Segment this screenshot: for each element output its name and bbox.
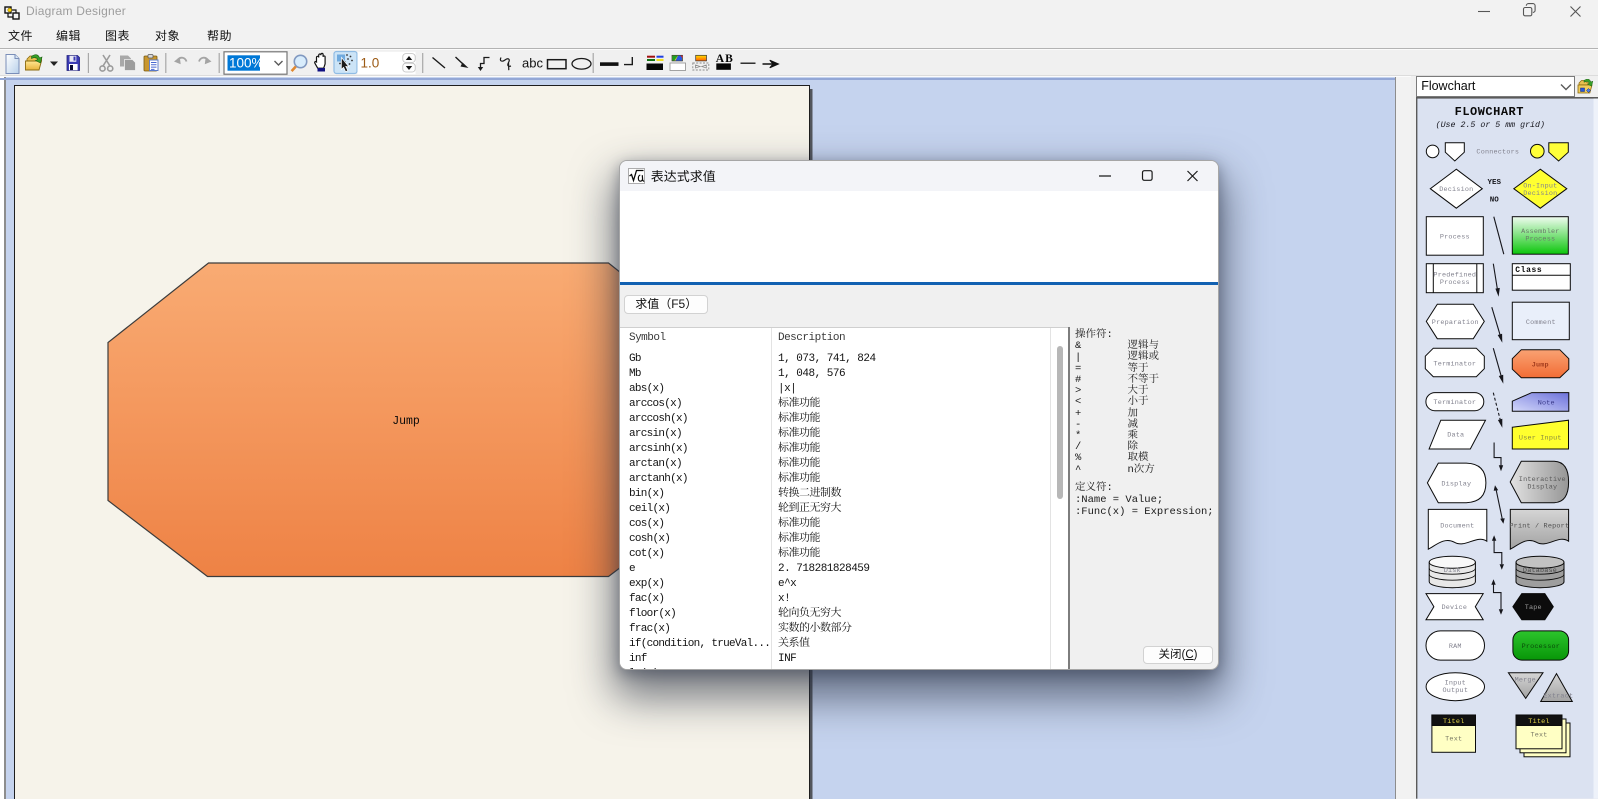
- svg-text:Note: Note: [1537, 400, 1554, 408]
- svg-text:Database: Database: [1523, 567, 1557, 575]
- svg-text:FLOWCHART: FLOWCHART: [1454, 105, 1523, 119]
- svg-text:NO: NO: [1489, 197, 1498, 205]
- svg-text:Process: Process: [1440, 234, 1470, 242]
- svg-text:Document: Document: [1440, 523, 1474, 531]
- svg-text:Class: Class: [1515, 266, 1542, 275]
- svg-text:Terminator: Terminator: [1433, 399, 1476, 407]
- svg-text:Output: Output: [1442, 687, 1468, 695]
- svg-text:AB: AB: [716, 53, 734, 65]
- svg-text:Processor: Processor: [1521, 643, 1559, 651]
- svg-text:Titel: Titel: [1528, 718, 1549, 726]
- svg-text:Comment: Comment: [1526, 319, 1556, 327]
- svg-text:Terminator: Terminator: [1433, 361, 1476, 369]
- svg-text:Print / Report: Print / Report: [1509, 523, 1569, 531]
- svg-text:Display: Display: [1441, 481, 1471, 489]
- svg-text:Extract: Extract: [1543, 693, 1573, 701]
- svg-text:YES: YES: [1487, 179, 1501, 187]
- svg-text:Process: Process: [1440, 279, 1470, 287]
- svg-text:abc: abc: [522, 56, 543, 71]
- svg-text:Process: Process: [1525, 236, 1555, 244]
- svg-text:Decision: Decision: [1439, 186, 1473, 194]
- svg-text:(Use 2.5 or 5 mm grid): (Use 2.5 or 5 mm grid): [1435, 120, 1544, 130]
- svg-text:Jump: Jump: [1531, 362, 1548, 370]
- svg-text:Text: Text: [1530, 732, 1547, 740]
- svg-text:Preparation: Preparation: [1432, 319, 1479, 327]
- svg-text:Text: Text: [1445, 736, 1462, 744]
- svg-text:1.0: 1.0: [361, 56, 380, 71]
- svg-text:Connectors: Connectors: [1476, 149, 1519, 157]
- svg-text:Titel: Titel: [1443, 718, 1464, 726]
- svg-text:Merge: Merge: [1514, 677, 1535, 685]
- svg-text:Disk: Disk: [1443, 567, 1460, 575]
- svg-text:RAM: RAM: [1449, 643, 1462, 651]
- svg-text:Data: Data: [1447, 432, 1464, 440]
- svg-text:Device: Device: [1441, 604, 1467, 612]
- svg-text:User Input: User Input: [1519, 435, 1562, 443]
- svg-text:Jump: Jump: [392, 415, 420, 428]
- svg-text:100%: 100%: [229, 56, 264, 71]
- svg-text:Decision: Decision: [1523, 190, 1557, 198]
- svg-text:Tape: Tape: [1524, 604, 1541, 612]
- svg-text:Display: Display: [1527, 484, 1557, 492]
